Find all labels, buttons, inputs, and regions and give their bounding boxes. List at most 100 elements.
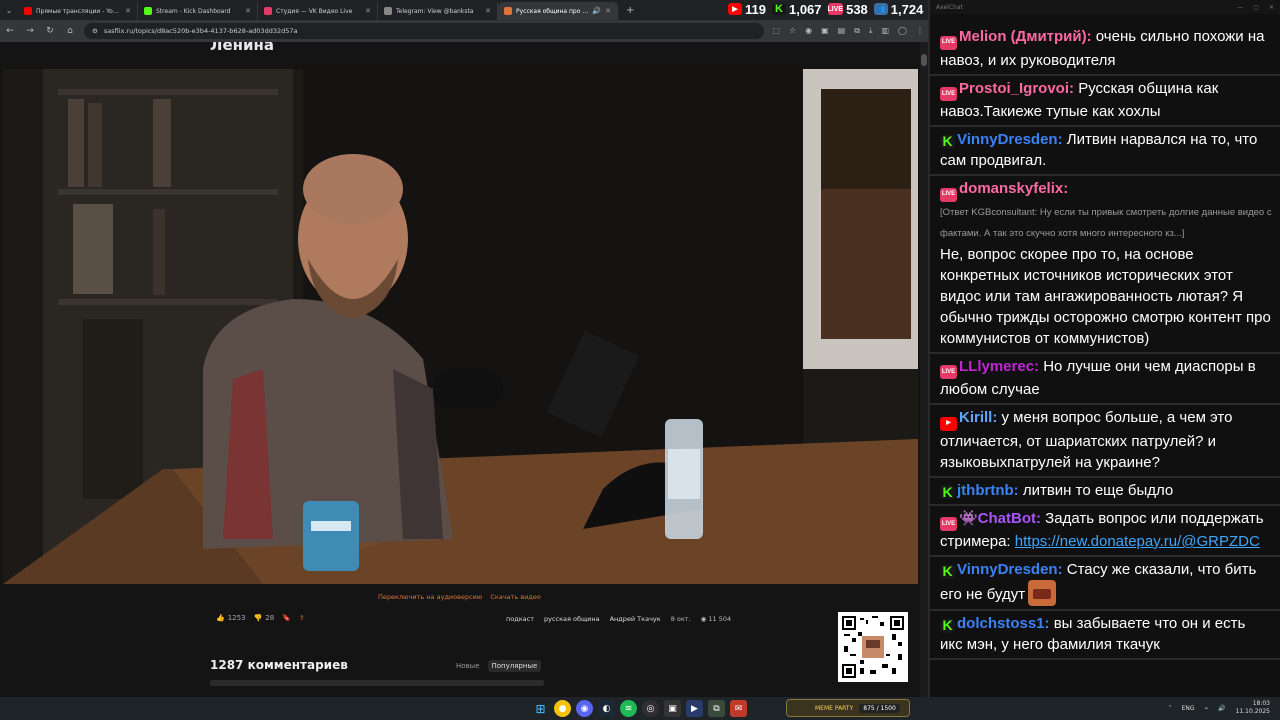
tab-favicon-icon [504, 7, 512, 15]
menu-icon[interactable]: ⋮ [916, 26, 924, 36]
tab-close-icon[interactable]: ✕ [365, 7, 371, 15]
forward-icon[interactable]: → [24, 26, 36, 36]
network-icon[interactable]: ⌁ [1205, 705, 1209, 712]
tab-favicon-icon [24, 7, 32, 15]
viewer-stat: K 1,067 [771, 2, 822, 17]
scrollbar-thumb[interactable] [921, 54, 927, 66]
extension-icon[interactable]: ▣ [821, 26, 829, 36]
chat-username[interactable]: jthbrtnb: [957, 482, 1019, 499]
discord-icon[interactable]: ◉ [576, 700, 593, 717]
app-icon[interactable]: ⧉ [708, 700, 725, 717]
dislike-count: 28 [265, 614, 275, 622]
chat-message: ▶ Kirill: у меня вопрос больше, а чем это… [930, 405, 1280, 478]
chat-window: AxelChat — ▢ ✕ LIVE Melion (Дмитрий): оче… [928, 0, 1280, 697]
volume-icon[interactable]: 🔊 [1218, 705, 1225, 712]
chat-username[interactable]: LLlymerec: [959, 358, 1039, 375]
chat-username[interactable]: domanskyfelix: [959, 180, 1068, 197]
share-button[interactable]: ⇪ [299, 614, 305, 622]
url-text: sasflix.ru/topics/d8ac520b-e3b4-4137-b62… [103, 27, 298, 35]
download-video-link[interactable]: Скачать видео [490, 593, 540, 601]
switch-audio-link[interactable]: Переключить на аудиоверсию [378, 593, 482, 601]
vk-live-badge-icon: LIVE [940, 35, 957, 50]
kick-badge-icon: K [940, 617, 955, 633]
desktop: ⌄ Прямые трансляции - YouTub ✕ Stream - Ki… [0, 0, 1280, 720]
tab-favicon-icon [264, 7, 272, 15]
chat-username[interactable]: 👾ChatBot: [959, 510, 1041, 527]
steam-icon[interactable]: ◐ [598, 700, 615, 717]
eye-icon: ◉ [700, 615, 707, 623]
tab-close-icon[interactable]: ✕ [125, 7, 131, 15]
maximize-icon[interactable]: ▢ [1253, 4, 1259, 11]
viewer-stat: LIVE 538 [827, 2, 868, 17]
tab-close-icon[interactable]: ✕ [485, 7, 491, 15]
sort-new-tab[interactable]: Новые [452, 660, 484, 672]
tray-arrow-icon[interactable]: ˄ [1169, 705, 1172, 712]
extension-icon[interactable]: ▤ [838, 26, 846, 36]
tag-link[interactable]: Андрей Ткачук [610, 614, 661, 624]
viewers-icon: 👥 [873, 3, 888, 15]
video-player[interactable] [3, 69, 918, 584]
page-scrollbar[interactable] [920, 42, 928, 697]
chat-message: Kjthbrtnb: литвин то еще быдло [930, 478, 1280, 506]
vk-live-icon: LIVE [827, 3, 844, 15]
download-icon[interactable]: ⤓ [869, 26, 873, 36]
browser-tab[interactable]: Русская община про мигр 🔊 ✕ [498, 2, 618, 20]
youtube-badge-icon: ▶ [940, 416, 957, 431]
views-count: ◉ 11 504 [701, 615, 732, 623]
reload-icon[interactable]: ↻ [44, 26, 56, 36]
media-player-icon[interactable]: ▶ [686, 700, 703, 717]
home-icon[interactable]: ⌂ [64, 26, 76, 36]
sidebar-icon[interactable]: ▥ [881, 26, 889, 36]
tab-close-icon[interactable]: ✕ [245, 7, 251, 15]
new-tab-button[interactable]: + [618, 5, 642, 16]
spotify-icon[interactable]: ≋ [620, 700, 637, 717]
vk-live-badge-icon: LIVE [940, 365, 957, 379]
chat-app-icon[interactable]: ✉ [730, 700, 747, 717]
bookmark-button[interactable]: 🔖 [282, 614, 291, 622]
viewer-stat: ▶ 119 [728, 2, 766, 17]
chat-username[interactable]: VinnyDresden: [957, 561, 1063, 578]
minimize-icon[interactable]: — [1237, 4, 1243, 11]
tab-close-icon[interactable]: ✕ [605, 7, 611, 15]
sort-popular-tab[interactable]: Популярные [487, 660, 542, 672]
install-icon[interactable]: ⬚ [772, 26, 780, 36]
viewer-stat: 👥 1,724 [873, 2, 923, 17]
tab-audio-icon[interactable]: 🔊 [592, 7, 601, 15]
system-tray: ˄ ENG ⌁ 🔊 18:03 11.10.2025 [1169, 700, 1270, 716]
dislike-button[interactable]: 👎 28 [254, 614, 275, 622]
vk-live-badge-icon: LIVE [940, 87, 957, 101]
browser-tab[interactable]: Stream - Kick Dashboard ✕ [138, 2, 258, 20]
obs-icon[interactable]: ◎ [642, 700, 659, 717]
chat-username[interactable]: dolchstoss1: [957, 615, 1050, 632]
site-info-icon[interactable]: ⚙ [92, 27, 98, 35]
address-bar[interactable]: ⚙ sasflix.ru/topics/d8ac520b-e3b4-4137-b… [84, 23, 765, 39]
close-icon[interactable]: ✕ [1269, 4, 1274, 11]
windows-start-icon[interactable]: ⊞ [532, 700, 549, 717]
page-title: Ленина [210, 42, 274, 54]
tab-search-icon[interactable]: ⌄ [0, 0, 18, 20]
app-icon[interactable]: ▣ [664, 700, 681, 717]
tag-link[interactable]: русская община [544, 614, 600, 624]
profile-icon[interactable]: ◯ [898, 26, 907, 36]
chat-username[interactable]: VinnyDresden: [957, 131, 1063, 148]
meme-party-widget[interactable]: MEME PARTY 875 / 1500 [786, 699, 910, 717]
browser-tab[interactable]: Прямые трансляции - YouTub ✕ [18, 2, 138, 20]
extension-icon[interactable]: ◉ [805, 26, 812, 36]
tab-label: Stream - Kick Dashboard [156, 7, 231, 15]
chat-message: LIVE Melion (Дмитрий): очень сильно похож… [930, 24, 1280, 76]
comment-input-placeholder[interactable] [210, 680, 544, 686]
chrome-icon[interactable]: ● [554, 700, 571, 717]
browser-tab[interactable]: Студия — VK Видео Live ✕ [258, 2, 378, 20]
language-indicator[interactable]: ENG [1182, 705, 1195, 712]
browser-tab[interactable]: Telegram: View @banksta ✕ [378, 2, 498, 20]
like-button[interactable]: 👍 1253 [216, 614, 246, 622]
bookmark-star-icon[interactable]: ☆ [789, 26, 796, 36]
chat-username[interactable]: Kirill: [959, 409, 997, 426]
extensions-puzzle-icon[interactable]: ⧉ [854, 26, 860, 36]
chat-username[interactable]: Melion (Дмитрий): [959, 28, 1092, 45]
chat-username[interactable]: Prostoi_Igrovoi: [959, 80, 1074, 97]
back-icon[interactable]: ← [4, 26, 16, 36]
donate-link[interactable]: https://new.donatepay.ru/@GRPZDC [1015, 533, 1260, 550]
tag-link[interactable]: подкаст [506, 614, 534, 624]
clock[interactable]: 18:03 11.10.2025 [1236, 700, 1270, 716]
